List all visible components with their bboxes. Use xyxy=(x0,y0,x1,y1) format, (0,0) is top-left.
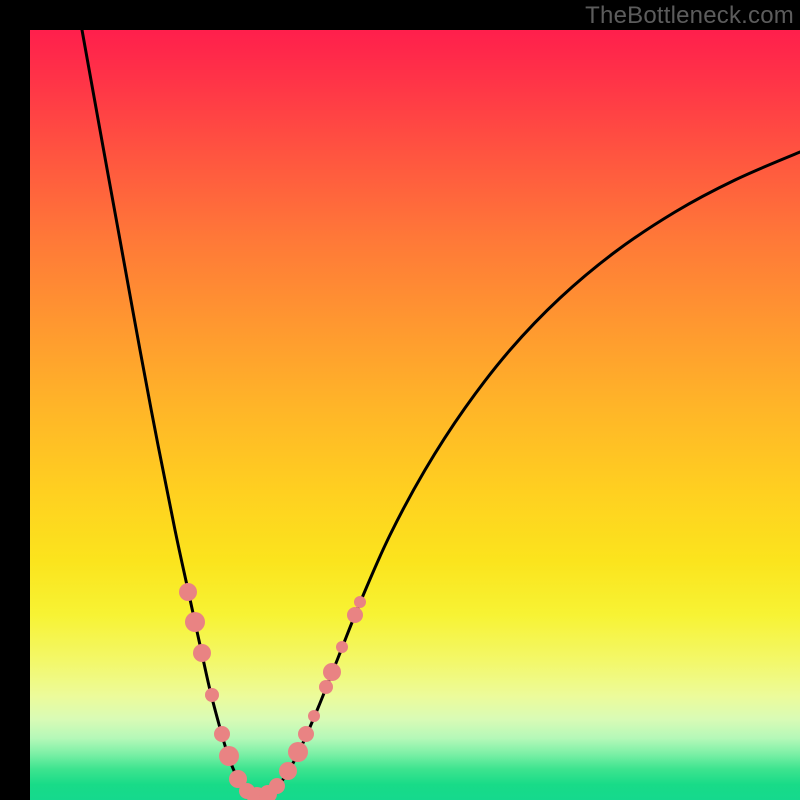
data-marker xyxy=(214,726,230,742)
data-marker xyxy=(319,680,333,694)
data-marker xyxy=(269,778,285,794)
curve-layer xyxy=(30,30,800,800)
curve-left-branch xyxy=(82,30,259,798)
curve-group xyxy=(82,30,800,798)
curve-right-branch xyxy=(259,152,800,798)
plot-area xyxy=(30,30,800,800)
data-marker xyxy=(288,742,308,762)
marker-group xyxy=(179,583,366,800)
data-marker xyxy=(347,607,363,623)
data-marker xyxy=(179,583,197,601)
data-marker xyxy=(219,746,239,766)
data-marker xyxy=(185,612,205,632)
data-marker xyxy=(193,644,211,662)
chart-frame: TheBottleneck.com xyxy=(0,0,800,800)
data-marker xyxy=(336,641,348,653)
data-marker xyxy=(323,663,341,681)
data-marker xyxy=(354,596,366,608)
watermark-text: TheBottleneck.com xyxy=(585,2,794,30)
data-marker xyxy=(279,762,297,780)
data-marker xyxy=(205,688,219,702)
data-marker xyxy=(298,726,314,742)
data-marker xyxy=(308,710,320,722)
